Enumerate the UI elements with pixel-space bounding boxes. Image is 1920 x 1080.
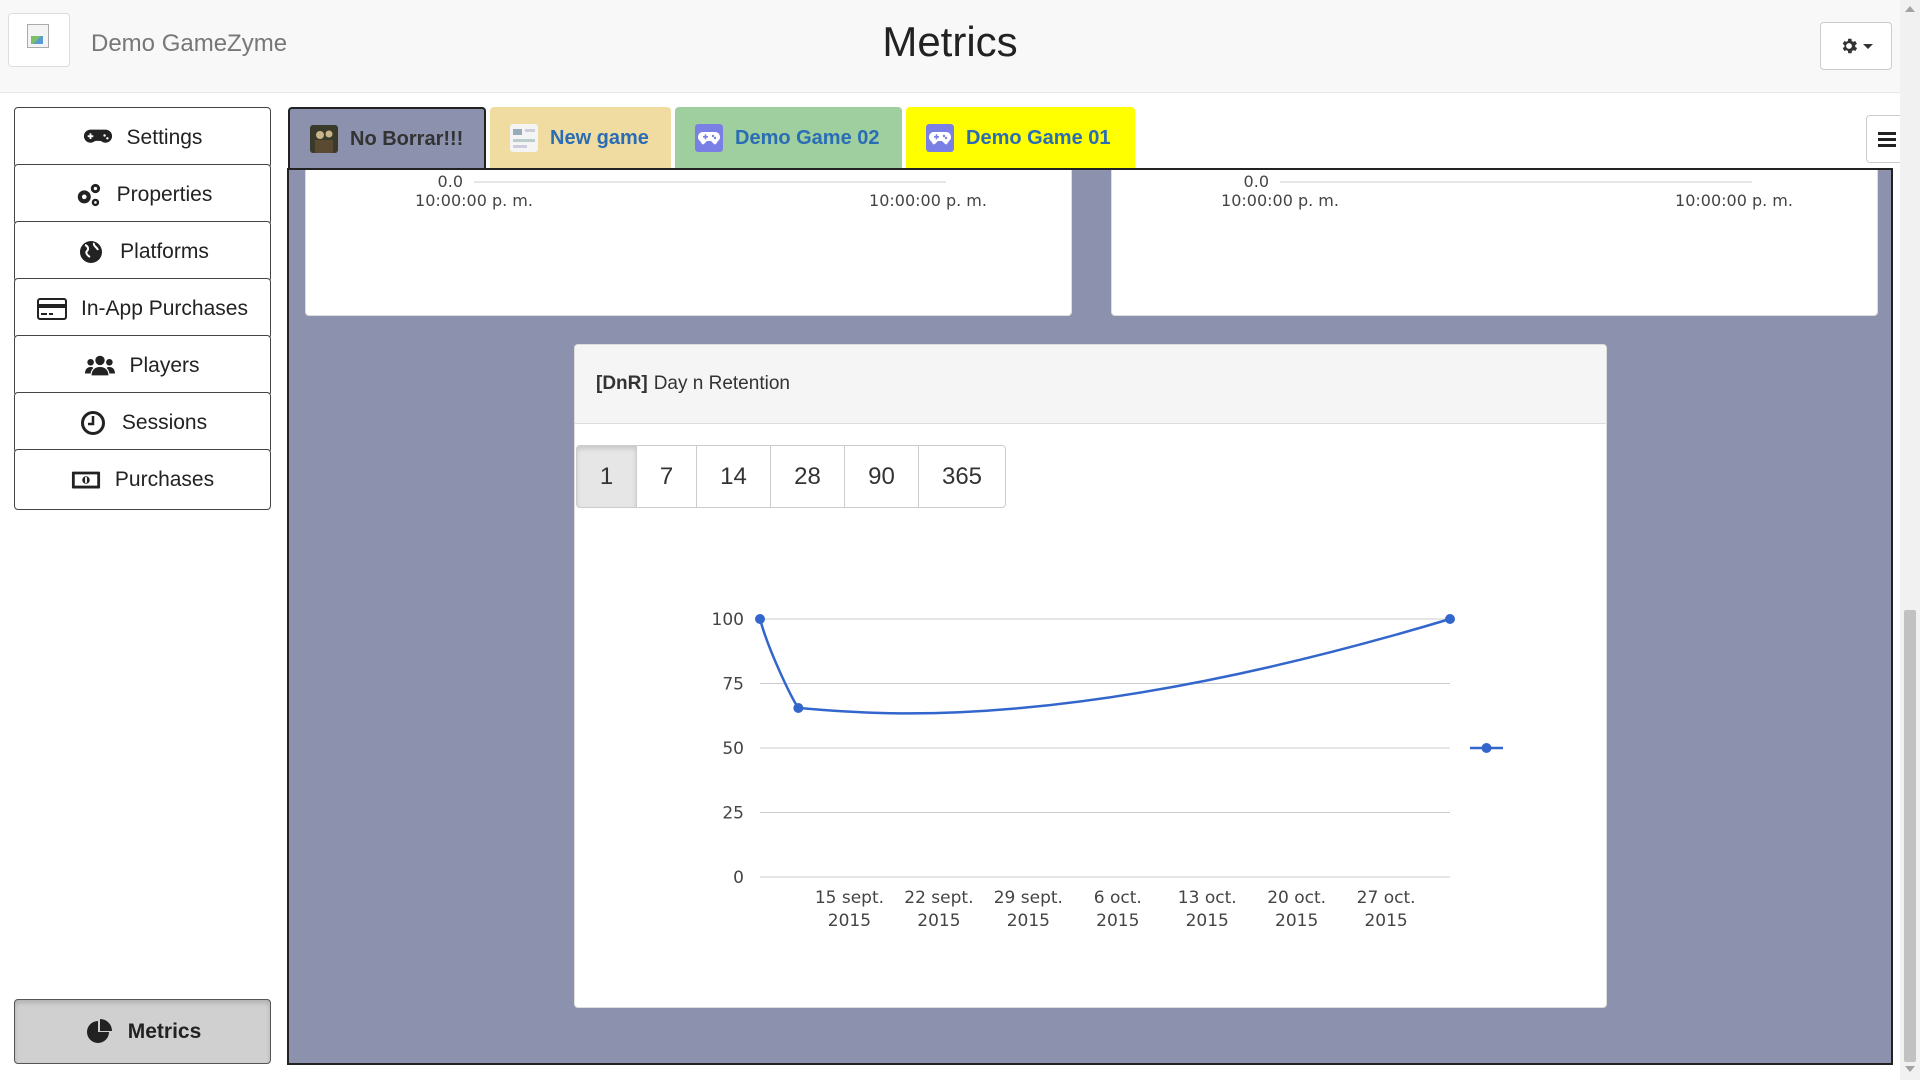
y-tick-label: 75 [722, 675, 744, 695]
sidebar-item-label: Metrics [127, 1019, 202, 1043]
credit-card-icon [37, 297, 68, 320]
tab-label: Demo Game 01 [966, 126, 1111, 149]
x-tick-label: 27 oct. [1357, 888, 1416, 908]
x-tick-label: 6 oct. [1094, 888, 1142, 908]
x-tick-label: 10:00:00 p. m. [1221, 191, 1339, 210]
x-tick-label: 15 sept. [815, 888, 884, 908]
sidebar-item-players[interactable]: Players [14, 335, 271, 396]
chevron-down-icon [1863, 43, 1873, 49]
money-icon [71, 471, 100, 488]
sidebar-item-properties[interactable]: Properties [14, 164, 271, 225]
y-tick-label: 50 [722, 739, 744, 759]
data-point [1445, 614, 1455, 624]
sidebar-item-label: Purchases [114, 467, 215, 491]
y-tick-label: 100 [712, 610, 744, 630]
day-button-7[interactable]: 7 [636, 445, 697, 508]
sidebar-item-metrics[interactable]: Metrics [14, 999, 271, 1064]
x-tick-label: 2015 [1096, 911, 1139, 931]
x-tick-label: 2015 [1186, 911, 1229, 931]
hamburger-icon [1878, 137, 1896, 141]
day-selector: 1 7 14 28 90 365 [576, 445, 1006, 508]
data-point [793, 703, 804, 714]
sidebar-item-sessions[interactable]: Sessions [14, 392, 271, 453]
scroll-down-arrow-icon[interactable] [1905, 1066, 1915, 1072]
top-navbar: Demo GameZyme Metrics [0, 0, 1900, 93]
sidebar-item-platforms[interactable]: Platforms [14, 221, 271, 282]
page-title: Metrics [882, 18, 1018, 65]
sidebar-item-settings[interactable]: Settings [14, 107, 271, 168]
game-thumbnail-icon [510, 124, 538, 152]
tab-demo-game-02[interactable]: Demo Game 02 [675, 107, 902, 169]
globe-icon [80, 240, 103, 263]
x-tick-label: 10:00:00 p. m. [869, 191, 987, 210]
tab-label: New game [550, 126, 649, 149]
scroll-up-arrow-icon[interactable] [1905, 6, 1915, 12]
day-button-90[interactable]: 90 [844, 445, 919, 508]
gamepad-icon [695, 124, 723, 152]
x-tick-label: 20 oct. [1267, 888, 1326, 908]
series-line [758, 617, 1451, 715]
data-point [755, 614, 765, 624]
mini-chart-panel-left: 0.0 10:00:00 p. m. 10:00:00 p. m. [305, 170, 1072, 316]
legend-marker [1481, 743, 1492, 753]
sidebar: Settings Properties Platforms In-App Pur… [0, 93, 285, 1080]
tab-no-borrar[interactable]: No Borrar!!! [288, 107, 486, 169]
gamepad-icon [83, 129, 112, 143]
day-button-1[interactable]: 1 [576, 445, 637, 508]
settings-dropdown-button[interactable] [1820, 22, 1892, 70]
sidebar-item-label: Players [129, 353, 200, 377]
x-tick-label: 2015 [828, 911, 871, 931]
tab-label: No Borrar!!! [350, 127, 464, 150]
x-tick-label: 13 oct. [1178, 888, 1237, 908]
scrollbar-thumb[interactable] [1904, 610, 1916, 1062]
x-tick-label: 2015 [1364, 911, 1407, 931]
tab-label: Demo Game 02 [735, 126, 880, 149]
cogs-icon [77, 183, 100, 206]
users-icon [85, 355, 116, 375]
sidebar-item-label: Properties [116, 182, 213, 206]
sidebar-item-in-app-purchases[interactable]: In-App Purchases [14, 278, 271, 339]
x-tick-label: 2015 [1275, 911, 1318, 931]
tab-new-game[interactable]: New game [490, 107, 671, 169]
day-button-14[interactable]: 14 [696, 445, 771, 508]
pie-chart-icon [86, 1018, 112, 1043]
sidebar-item-purchases[interactable]: Purchases [14, 449, 271, 510]
x-tick-label: 2015 [1007, 911, 1050, 931]
metrics-content: 0.0 10:00:00 p. m. 10:00:00 p. m. 0.0 10… [287, 168, 1893, 1065]
page-scrollbar[interactable] [1900, 0, 1920, 1080]
x-tick-label: 10:00:00 p. m. [415, 191, 533, 210]
x-tick-label: 10:00:00 p. m. [1675, 191, 1793, 210]
mini-chart-right: 0.0 10:00:00 p. m. 10:00:00 p. m. [1221, 172, 1793, 210]
y-tick-label: 0 [733, 868, 744, 888]
game-tabs: No Borrar!!! New game Demo Game 02 Demo … [288, 107, 1135, 169]
mini-chart-panel-right: 0.0 10:00:00 p. m. 10:00:00 p. m. [1111, 170, 1878, 316]
y-tick-label: 0.0 [438, 172, 463, 191]
sidebar-item-label: Settings [126, 125, 203, 149]
day-button-365[interactable]: 365 [918, 445, 1006, 508]
gear-icon [1842, 38, 1858, 54]
tab-demo-game-01[interactable]: Demo Game 01 [906, 107, 1135, 169]
x-tick-label: 22 sept. [904, 888, 973, 908]
y-tick-label: 25 [722, 804, 744, 824]
sidebar-item-label: Platforms [120, 239, 209, 263]
game-thumbnail-icon [310, 125, 338, 153]
day-button-28[interactable]: 28 [770, 445, 845, 508]
sidebar-item-label: In-App Purchases [81, 296, 248, 320]
clock-icon [80, 410, 105, 435]
x-tick-label: 2015 [917, 911, 960, 931]
mini-chart-left: 0.0 10:00:00 p. m. 10:00:00 p. m. [415, 172, 987, 210]
x-tick-label: 29 sept. [994, 888, 1063, 908]
y-tick-label: 0.0 [1244, 172, 1269, 191]
sidebar-item-label: Sessions [121, 410, 208, 434]
gamepad-icon [926, 124, 954, 152]
dnr-panel: [DnR] Day n Retention 0 25 50 75 100 15 sept.… [574, 344, 1607, 1008]
